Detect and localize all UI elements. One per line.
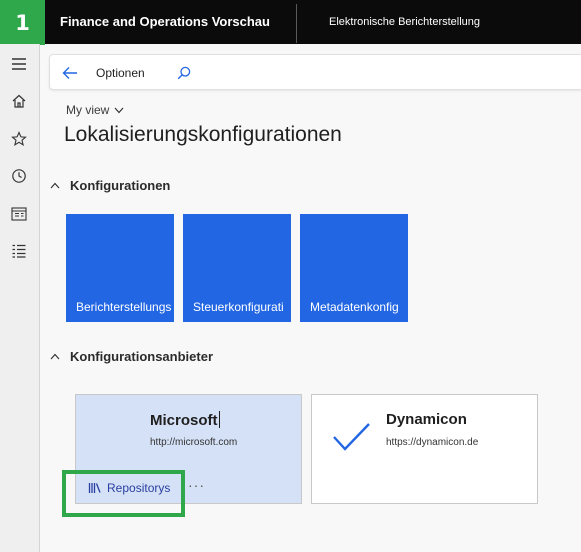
chevron-up-icon — [50, 352, 60, 362]
left-navigation — [0, 44, 40, 552]
workspace-icon[interactable] — [9, 204, 29, 224]
module-title: Elektronische Berichterstellung — [329, 16, 481, 28]
step-badge: 1 — [0, 0, 45, 45]
star-icon[interactable] — [9, 129, 29, 149]
chevron-down-icon — [114, 107, 124, 113]
section-configurations-title: Konfigurationen — [70, 178, 171, 193]
highlight-box — [62, 470, 185, 517]
hamburger-icon[interactable] — [9, 54, 29, 74]
more-options-button[interactable]: ··· — [188, 477, 205, 493]
provider-url: https://dynamicon.de — [386, 437, 479, 448]
chevron-up-icon — [50, 181, 60, 191]
search-icon[interactable] — [174, 63, 194, 83]
tile-label: Berichterstellungs — [76, 300, 172, 314]
tile-label: Steuerkonfigurati — [193, 300, 284, 314]
view-selector[interactable]: My view — [66, 103, 124, 117]
clock-icon[interactable] — [9, 166, 29, 186]
provider-name: Dynamicon — [386, 411, 467, 428]
back-arrow-icon[interactable] — [60, 63, 80, 83]
home-icon[interactable] — [9, 91, 29, 111]
options-button[interactable]: Optionen — [96, 66, 145, 80]
view-label: My view — [66, 103, 110, 117]
section-providers-header[interactable]: Konfigurationsanbieter — [50, 349, 213, 364]
page-title: Lokalisierungskonfigurationen — [64, 123, 342, 146]
provider-card-dynamicon[interactable]: Dynamicon https://dynamicon.de — [311, 394, 538, 504]
provider-name: Microsoft — [150, 412, 218, 429]
app-title[interactable]: Finance and Operations Vorschau — [60, 14, 270, 29]
section-providers-title: Konfigurationsanbieter — [70, 349, 214, 364]
tile-reporting-configuration[interactable]: Berichterstellungs — [66, 214, 174, 322]
provider-url: http://microsoft.com — [150, 437, 238, 448]
list-icon[interactable] — [9, 241, 29, 261]
action-bar: Optionen — [49, 54, 581, 90]
tile-label: Metadatenkonfig — [310, 300, 399, 314]
top-bar: Finance and Operations Vorschau Elektron… — [0, 0, 581, 44]
section-configurations-header[interactable]: Konfigurationen — [50, 178, 170, 193]
provider-name-field[interactable]: Microsoft — [150, 411, 220, 429]
checkmark-icon — [332, 421, 372, 453]
text-cursor — [218, 411, 220, 428]
topbar-divider — [296, 4, 297, 43]
tile-tax-configuration[interactable]: Steuerkonfigurati — [183, 214, 291, 322]
tile-metadata-configuration[interactable]: Metadatenkonfig — [300, 214, 408, 322]
